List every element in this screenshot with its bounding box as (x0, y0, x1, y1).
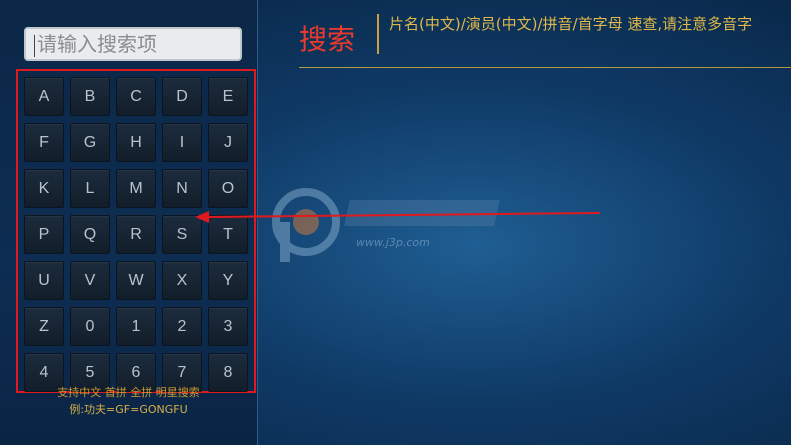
annotation-arrow (195, 211, 601, 223)
arrow-head-icon (195, 211, 209, 223)
arrow-line (204, 212, 601, 218)
